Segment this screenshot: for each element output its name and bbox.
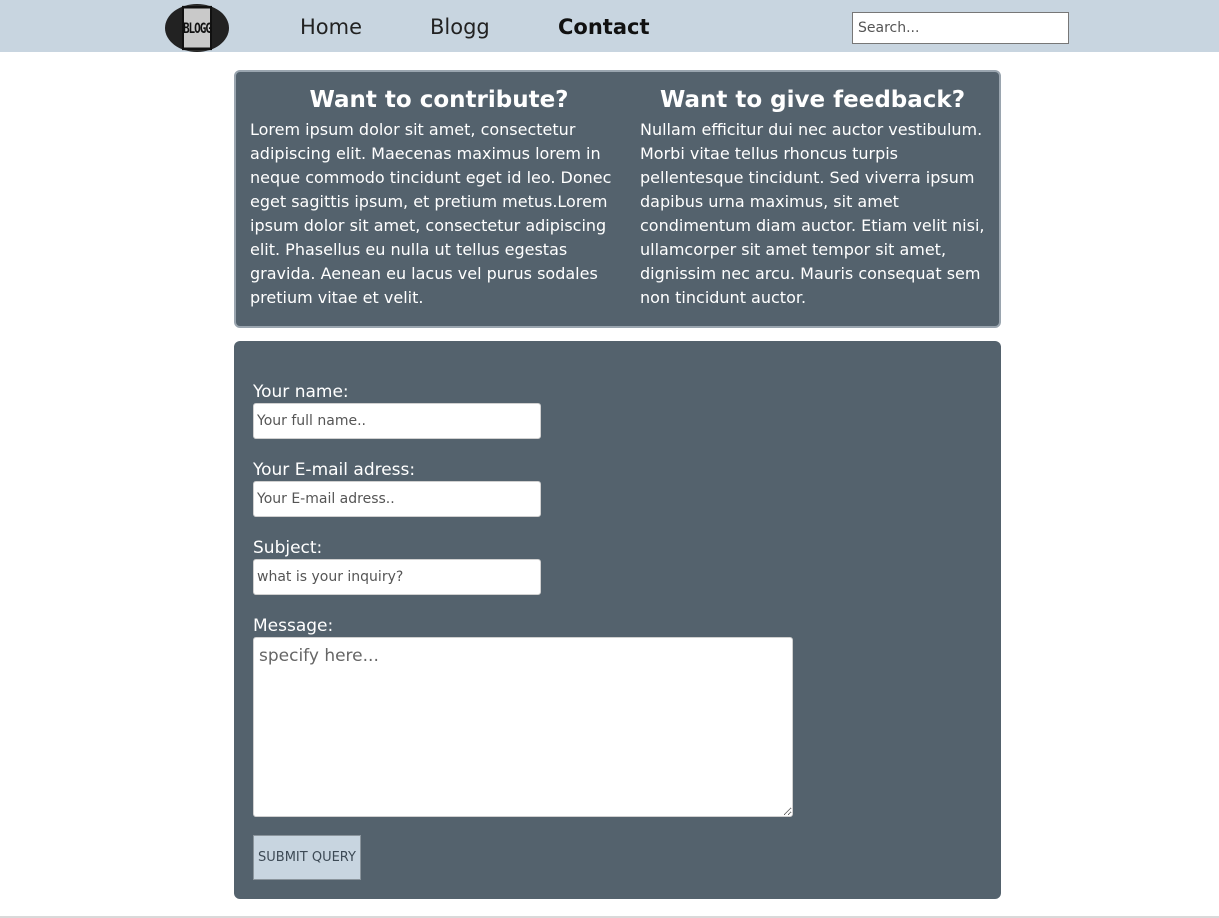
submit-button[interactable]: SUBMIT QUERY (253, 835, 361, 880)
feedback-text: Nullam efficitur dui nec auctor vestibul… (640, 120, 985, 307)
feedback-section: Want to give feedback? Nullam efficitur … (640, 84, 985, 310)
contribute-section: Want to contribute? Lorem ipsum dolor si… (250, 84, 628, 310)
message-textarea[interactable] (253, 637, 793, 817)
feedback-heading: Want to give feedback? (659, 87, 966, 113)
subject-field[interactable] (253, 559, 541, 595)
message-label: Message: (253, 616, 334, 636)
contribute-text: Lorem ipsum dolor sit amet, consectetur … (250, 120, 612, 307)
contact-form: Your name: Your E-mail adress: Subject: … (234, 341, 1001, 899)
nav-link-contact[interactable]: Contact (558, 13, 650, 41)
name-field[interactable] (253, 403, 541, 439)
search-input[interactable] (852, 12, 1069, 44)
top-navbar: BLOGG Home Blogg Contact (0, 0, 1219, 52)
blogg-logo[interactable]: BLOGG (165, 4, 229, 52)
nav-link-blogg[interactable]: Blogg (430, 13, 490, 41)
name-label: Your name: (253, 382, 349, 402)
subject-label: Subject: (253, 538, 323, 558)
email-label: Your E-mail adress: (253, 460, 416, 480)
info-panel: Want to contribute? Lorem ipsum dolor si… (234, 70, 1001, 328)
nav-link-home[interactable]: Home (300, 13, 362, 41)
logo-text: BLOGG (182, 5, 212, 51)
email-field[interactable] (253, 481, 541, 517)
contribute-heading: Want to contribute? (309, 87, 569, 113)
